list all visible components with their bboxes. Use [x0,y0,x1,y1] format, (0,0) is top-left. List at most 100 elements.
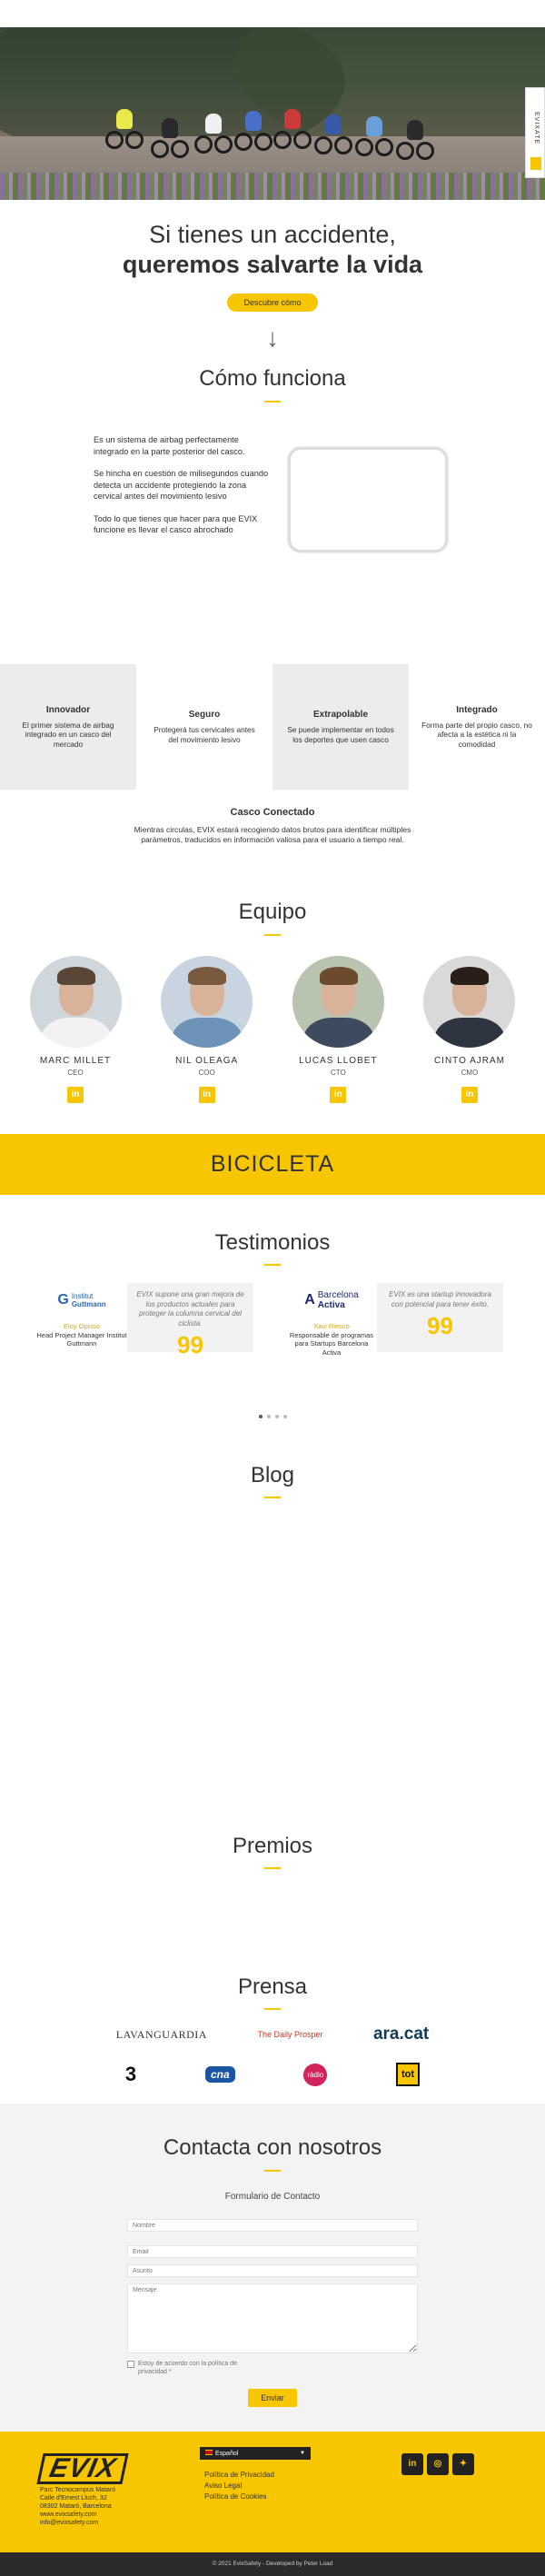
blog-heading: Blog [250,1463,295,1487]
avatar [423,956,516,1048]
privacy-link[interactable]: Política de Privacidad [204,2470,274,2481]
feature-card: Seguro Protegerá tus cervicales antes de… [136,664,272,790]
press-logos: LAVANGUARDIA The Daily Prosper ara.cat 3… [0,2024,545,2104]
como-paragraph: Todo lo que tienes que hacer para que EV… [94,513,258,535]
testimonial-name: Eloy Opisso [63,1322,101,1330]
feature-desc: Forma parte del propio casco, no afecta … [421,720,532,749]
member-name: CINTO AJRAM [433,1056,505,1066]
email-link[interactable]: info@evixsafety.com [40,2519,115,2527]
testimonials: G Institut Guttmann Eloy Opisso Head Proj… [36,1283,509,1357]
email-field[interactable] [127,2245,418,2258]
quote-text: EVIX es una startup innovadora con poten… [389,1290,491,1308]
divider [264,401,281,403]
press-logo[interactable]: The Daily Prosper [257,2030,322,2039]
divider [264,1867,281,1869]
como-paragraph: Es un sistema de airbag perfectamente in… [94,435,245,456]
side-tab-icon [530,157,541,170]
language-label: Español [215,2451,239,2457]
hero-title-line2: queremos salvarte la vida [122,251,423,278]
press-logo[interactable]: ràdio [303,2063,328,2086]
feature-desc: Se puede implementar en todos los deport… [287,725,394,744]
website-link[interactable]: www.evixsafety.com [40,2511,115,2519]
equipo-heading: Equipo [238,900,307,924]
name-field[interactable] [127,2219,418,2232]
side-tab-label: EVIXATE [533,112,540,145]
team-member: LUCAS LLOBET CTO in [288,956,388,1103]
member-role: CEO [67,1069,84,1077]
divider [264,1264,281,1266]
press-logo[interactable]: 3 [125,2063,136,2086]
message-field[interactable] [127,2283,418,2353]
feature-title: Seguro [188,710,221,720]
como-heading: Cómo funciona [199,366,346,391]
feature-title: Innovador [45,704,91,715]
cyclist [396,120,434,162]
slider-dot[interactable] [266,1415,271,1418]
press-logo[interactable]: LAVANGUARDIA [116,2028,207,2042]
press-logo[interactable]: tot [396,2063,421,2086]
divider [264,2008,281,2010]
team-member: CINTO AJRAM CMO in [420,956,520,1103]
subject-field[interactable] [127,2264,418,2277]
press-logo[interactable]: ara.cat [373,2024,429,2044]
linkedin-icon[interactable]: in [67,1087,84,1103]
instagram-icon[interactable]: ◎ [427,2453,449,2475]
address-line: Parc Tecnocampus Mataró [40,2487,116,2493]
press-logo[interactable]: cna [204,2066,235,2083]
casco-text: Mientras circulas, EVIX estará recogiend… [134,824,411,845]
member-name: NIL OLEAGA [175,1056,239,1066]
form-title: Formulario de Contacto [224,2192,321,2202]
como-paragraph: Se hincha en cuestión de milisegundos cu… [94,469,269,501]
premios-heading: Premios [232,1834,313,1858]
linkedin-icon[interactable]: in [330,1087,347,1103]
team-member: NIL OLEAGA COO in [157,956,257,1103]
feature-desc: El primer sistema de airbag integrado en… [22,720,114,749]
testimonial-quote: EVIX supone una gran mejora de los produ… [127,1283,253,1357]
feature-card: Innovador El primer sistema de airbag in… [0,664,136,790]
address-line: Calle d'Ernest Lluch, 32 [40,2495,107,2501]
cookies-link[interactable]: Política de Cookies [204,2491,274,2502]
member-name: LUCAS LLOBET [299,1056,378,1066]
testimonial-role: Head Project Manager Institut Guttmann [36,1330,127,1348]
evix-logo[interactable]: EVIX [36,2453,129,2484]
avatar [161,956,253,1048]
cyclist [105,109,144,151]
feature-title: Integrado [456,704,498,715]
language-select[interactable]: Español ▼ [200,2447,311,2460]
privacy-checkbox[interactable] [127,2361,134,2368]
slider-dot[interactable] [274,1415,279,1418]
hero-title: Si tienes un accidente, queremos salvart… [0,220,545,280]
quote-icon: 99 [427,1312,453,1339]
linkedin-icon[interactable]: in [401,2453,423,2475]
quote-icon: 99 [177,1331,203,1358]
guttmann-logo: G Institut Guttmann [57,1292,106,1308]
divider [264,934,281,936]
feature-desc: Protegerá tus cervicales antes del movim… [154,725,255,744]
slider-dot[interactable] [282,1415,287,1418]
discover-button[interactable]: Descubre cómo [227,293,318,312]
feature-card: Integrado Forma parte del propio casco, … [409,664,545,790]
bicicleta-banner[interactable]: BICICLETA [0,1134,545,1195]
member-role: CMO [461,1069,479,1077]
cyclist [314,114,352,156]
cyclist [194,114,233,155]
quote-text: EVIX supone una gran mejora de los produ… [136,1290,244,1328]
side-tab[interactable]: EVIXATE [525,87,545,178]
avatar [292,956,384,1048]
privacy-label: Estoy de acuerdo con la política de priv… [138,2361,237,2375]
social-icons: in ◎ ✦ [401,2453,474,2475]
linkedin-icon[interactable]: in [198,1087,215,1103]
feature-card: Extrapolable Se puede implementar en tod… [272,664,409,790]
spain-flag-icon [205,2450,213,2455]
submit-button[interactable]: Enviar [248,2389,297,2407]
privacy-consent[interactable]: Estoy de acuerdo con la política de priv… [127,2360,263,2376]
arrow-down-icon[interactable]: ↓ [266,325,279,351]
copyright: © 2021 EvixSafety - Developed by Peter L… [0,2552,545,2576]
footer-address: Parc Tecnocampus Mataró Calle d'Ernest L… [40,2486,115,2527]
member-role: COO [198,1069,215,1077]
twitter-icon[interactable]: ✦ [452,2453,474,2475]
slider-dot[interactable] [258,1415,263,1418]
linkedin-icon[interactable]: in [461,1087,478,1103]
testimonial-name: Xavi Riesco [313,1322,350,1330]
legal-link[interactable]: Aviso Legal [204,2481,274,2491]
